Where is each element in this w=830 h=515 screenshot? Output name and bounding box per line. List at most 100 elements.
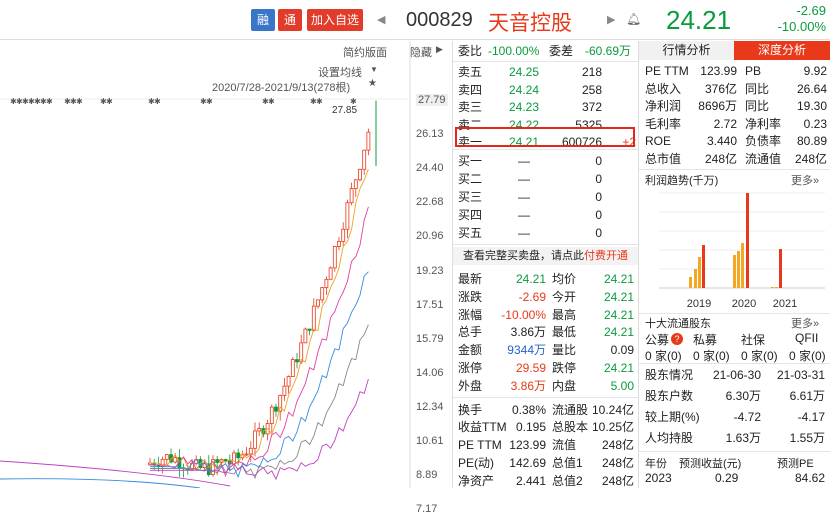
- quote-value: 3.86万: [510, 378, 546, 393]
- event-marker: ✱: [206, 97, 213, 106]
- tab-market-analysis[interactable]: 行情分析: [639, 41, 734, 60]
- bell-icon[interactable]: 🔔︎: [626, 12, 641, 26]
- y-tick-label: 7.17: [416, 503, 438, 515]
- help-icon[interactable]: ?: [671, 333, 683, 345]
- holder-type-ssf: 社保: [741, 333, 766, 347]
- year-label: 2019: [687, 298, 711, 310]
- quote-label: 总股本: [552, 420, 589, 435]
- quote-value: 248亿: [601, 473, 634, 488]
- holder-info-value: 1.55万: [789, 431, 825, 445]
- level-price: 24.24: [508, 82, 540, 97]
- bid-row[interactable]: 买四 — 0: [458, 206, 636, 224]
- bid-row[interactable]: 买一 — 0: [458, 152, 636, 170]
- profit-bar: [698, 257, 701, 288]
- quote-value: 24.21: [603, 307, 634, 322]
- y-tick-label: 8.89: [416, 469, 438, 482]
- fin-label: 流通值: [745, 151, 782, 166]
- profit-bar: [737, 251, 740, 288]
- fin-row: 毛利率 2.72 净利率 0.23: [645, 115, 828, 133]
- level-label: 买二: [458, 172, 483, 186]
- candle-body: [236, 452, 241, 459]
- quote-row: 换手 0.38% 流通股 10.24亿: [458, 401, 636, 419]
- quote-label: 最低: [552, 325, 577, 340]
- event-marker: ✱: [268, 97, 275, 106]
- holder-type-public: 公募: [645, 333, 670, 347]
- analysis-panel: 行情分析 深度分析 PE TTM 123.99 PB 9.92 总收入 376亿 同比 26.…: [639, 41, 830, 488]
- fin-label: 净利润: [645, 99, 682, 113]
- current-price: 24.21: [666, 5, 732, 35]
- candle-body: [307, 328, 312, 331]
- y-tick-label: 24.40: [416, 162, 444, 175]
- next-stock-icon[interactable]: ▶: [607, 13, 615, 26]
- fin-label: ROE: [645, 134, 672, 148]
- holder-info-value: 21-06-30: [712, 368, 761, 382]
- ask-row[interactable]: 卖三 24.23 372: [458, 98, 636, 116]
- ask-row[interactable]: 卖五 24.25 218: [458, 63, 636, 81]
- quote-label: 涨跌: [458, 289, 483, 304]
- level-price: —: [518, 208, 530, 222]
- candle-body: [282, 385, 287, 396]
- candle-body: [299, 342, 304, 363]
- wc-label: 委差: [549, 44, 574, 58]
- full-book-notice[interactable]: 查看完整买卖盘，请点此付费开通: [453, 247, 638, 265]
- candle-body: [244, 453, 249, 456]
- divider: [453, 396, 638, 398]
- candle-body: [215, 459, 220, 463]
- candle-body: [324, 278, 329, 289]
- candle-body: [274, 406, 278, 412]
- event-marker: ✱: [106, 97, 113, 106]
- connect-badge[interactable]: 通: [278, 9, 303, 31]
- ask-row[interactable]: 卖四 24.24 258: [458, 81, 636, 99]
- level-volume: 0: [595, 190, 602, 204]
- holder-count: 0 家(0): [741, 349, 778, 363]
- tab-deep-analysis[interactable]: 深度分析: [734, 41, 830, 60]
- candle-body: [345, 202, 350, 230]
- fin-row: 净利润 8696万 同比 19.30: [645, 97, 828, 115]
- margin-badge[interactable]: 融: [251, 9, 276, 31]
- kline-chart[interactable]: ✱ ✱ ✱ ✱ ✱ ✱ ✱ ✱ ✱ ✱ ✱ ✱ ✱ ✱ ✱ ✱ ✱ ✱ ✱ ✱ ✱: [0, 41, 452, 488]
- quote-row: 涨停 29.59 跌停 24.21: [458, 359, 636, 377]
- quote-value: 24.21: [515, 272, 546, 286]
- candle-body: [362, 149, 367, 170]
- fin-value: 80.89: [796, 134, 827, 148]
- holder-count: 0 家(0): [693, 349, 730, 363]
- fin-value: 8696万: [698, 99, 737, 113]
- holder-info-label: 股东情况: [645, 368, 694, 382]
- candle-body: [164, 454, 169, 460]
- price-change: -2.69: [796, 3, 826, 18]
- quote-value: 9344万: [507, 343, 546, 358]
- add-watchlist-button[interactable]: 加入自选: [307, 9, 364, 31]
- quote-row: 外盘 3.86万 内盘 5.00: [458, 377, 636, 395]
- prev-stock-icon[interactable]: ◀: [377, 13, 385, 26]
- quote-value: 0.09: [610, 343, 634, 358]
- bid-row[interactable]: 买二 — 0: [458, 170, 636, 188]
- candle-body: [269, 406, 274, 424]
- level-volume: 372: [581, 100, 602, 114]
- forecast-year-header: 年份: [645, 458, 667, 470]
- notice-text: 查看完整买卖盘，请点此: [463, 250, 584, 262]
- y-tick-label: 14.06: [416, 366, 444, 379]
- bid-row[interactable]: 买五 — 0: [458, 224, 636, 242]
- y-tick-label: 27.79: [416, 94, 448, 106]
- bid-row[interactable]: 买三 — 0: [458, 188, 636, 206]
- quote-value: 142.69: [509, 456, 546, 470]
- candle-body: [290, 359, 295, 377]
- quote-value: 123.99: [509, 438, 546, 453]
- level-price: —: [518, 154, 530, 168]
- holders-more-link[interactable]: 更多»: [791, 315, 819, 331]
- holder-info-value: 1.63万: [725, 431, 761, 445]
- candle-body: [311, 305, 316, 331]
- y-tick-label: 15.79: [416, 332, 444, 345]
- candle-body: [303, 328, 308, 344]
- paid-open-link[interactable]: 付费开通: [584, 250, 628, 262]
- profit-more-link[interactable]: 更多»: [791, 172, 819, 188]
- holder-info-label: 人均持股: [645, 431, 694, 445]
- level-price: —: [518, 172, 530, 186]
- quote-value: -10.00%: [501, 307, 546, 322]
- level-volume: 0: [595, 154, 602, 168]
- quote-label: 内盘: [552, 378, 577, 393]
- quote-label: PE(动): [458, 456, 495, 470]
- fin-row: 总收入 376亿 同比 26.64: [645, 80, 828, 98]
- y-tick-label: 19.23: [416, 264, 444, 277]
- level-label: 买三: [458, 190, 483, 204]
